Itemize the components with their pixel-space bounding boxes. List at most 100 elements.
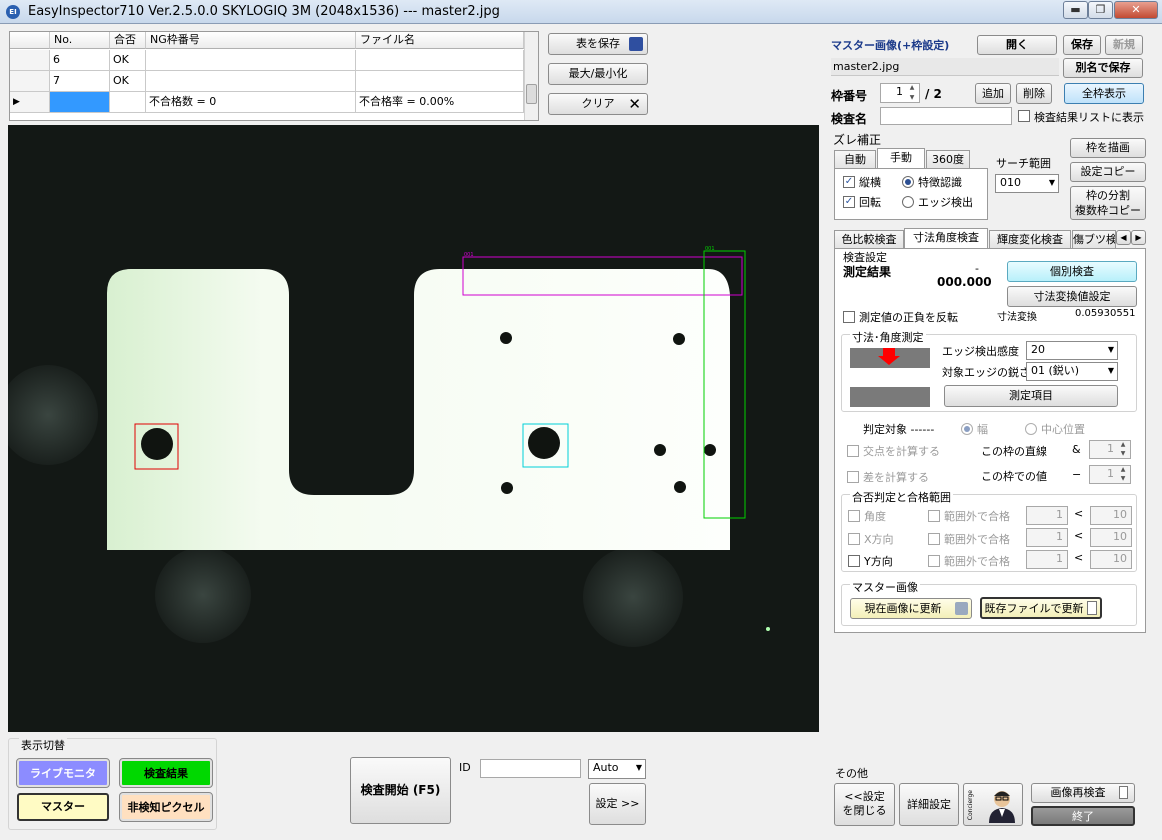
draw-frame-button[interactable]: 枠を描画 bbox=[1070, 138, 1146, 158]
search-range-select[interactable]: 010 bbox=[995, 174, 1059, 193]
concierge-button[interactable]: Concierge bbox=[963, 783, 1023, 826]
individual-inspect-button[interactable]: 個別検査 bbox=[1007, 261, 1137, 282]
copy-settings-button[interactable]: 設定コピー bbox=[1070, 162, 1146, 182]
delete-frame-button[interactable]: 削除 bbox=[1016, 83, 1052, 104]
rotation-checkbox[interactable]: ✓ bbox=[843, 196, 855, 208]
add-frame-button[interactable]: 追加 bbox=[975, 83, 1011, 104]
minimize-button[interactable]: ▬ bbox=[1063, 1, 1088, 19]
update-file-button[interactable]: 既存ファイルで更新 bbox=[980, 597, 1102, 619]
angle-checkbox[interactable] bbox=[848, 510, 860, 522]
save-as-button[interactable]: 別名で保存 bbox=[1063, 58, 1143, 78]
edge-radio[interactable] bbox=[902, 196, 914, 208]
tab-scroll-right-icon[interactable]: ▶ bbox=[1131, 230, 1146, 245]
spin-down-icon[interactable]: ▼ bbox=[1117, 450, 1129, 458]
show-all-frames-button[interactable]: 全枠表示 bbox=[1064, 83, 1144, 104]
edge-direction-preview[interactable] bbox=[850, 348, 930, 368]
y-out-of-range-checkbox[interactable] bbox=[928, 555, 940, 567]
current-row-indicator[interactable]: ▶ bbox=[10, 92, 50, 113]
angle-max-input[interactable]: 10 bbox=[1090, 506, 1132, 525]
auto-select[interactable]: Auto bbox=[588, 759, 646, 779]
save-button[interactable]: 保存 bbox=[1063, 35, 1101, 55]
tab-360[interactable]: 360度 bbox=[926, 150, 970, 169]
y-min-input[interactable]: 1 bbox=[1026, 550, 1068, 569]
feature-radio[interactable] bbox=[902, 176, 914, 188]
results-table[interactable]: No. 合否 NG枠番号 ファイル名 6 OK 7 OK ▶ 不合格数 = 0 … bbox=[9, 31, 539, 121]
spin-up-icon[interactable]: ▲ bbox=[906, 84, 918, 92]
clear-button[interactable]: クリア ✕ bbox=[548, 93, 648, 115]
tab-scroll-left-icon[interactable]: ◀ bbox=[1116, 230, 1131, 245]
calc-diff-checkbox[interactable] bbox=[847, 471, 859, 483]
measure-items-button[interactable]: 測定項目 bbox=[944, 385, 1118, 407]
minmax-button[interactable]: 最大/最小化 bbox=[548, 63, 648, 85]
update-current-button[interactable]: 現在画像に更新 bbox=[850, 598, 972, 619]
table-cell[interactable]: OK bbox=[110, 50, 146, 71]
diff-spinner[interactable]: 1 ▲ ▼ bbox=[1089, 465, 1131, 484]
detail-settings-button[interactable]: 詳細設定 bbox=[899, 783, 959, 826]
reinspect-button[interactable]: 画像再検査 bbox=[1031, 783, 1135, 803]
angle-min-input[interactable]: 1 bbox=[1026, 506, 1068, 525]
maximize-button[interactable]: ❐ bbox=[1088, 1, 1113, 19]
spin-up-icon[interactable]: ▲ bbox=[1117, 441, 1129, 449]
invert-sign-checkbox[interactable] bbox=[843, 311, 855, 323]
image-canvas[interactable]: 001 001 bbox=[8, 125, 819, 732]
table-cell-selected[interactable] bbox=[50, 92, 110, 113]
id-input[interactable] bbox=[480, 759, 581, 778]
split-frame-button[interactable]: 枠の分割 複数枠コピー bbox=[1070, 186, 1146, 220]
scroll-thumb[interactable] bbox=[526, 84, 537, 104]
x-dir-checkbox[interactable] bbox=[848, 533, 860, 545]
start-inspect-button[interactable]: 検査開始 (F5) bbox=[350, 757, 451, 824]
table-cell[interactable] bbox=[146, 50, 356, 71]
close-button[interactable]: ✕ bbox=[1114, 1, 1158, 19]
row-header[interactable] bbox=[10, 50, 50, 71]
exit-button[interactable]: 終了 bbox=[1031, 806, 1135, 826]
center-radio[interactable] bbox=[1025, 423, 1037, 435]
live-monitor-button[interactable]: ライブモニタ bbox=[16, 758, 110, 788]
table-cell[interactable]: 7 bbox=[50, 71, 110, 92]
calc-intersection-checkbox[interactable] bbox=[847, 445, 859, 457]
table-cell[interactable]: 6 bbox=[50, 50, 110, 71]
x-out-of-range-checkbox[interactable] bbox=[928, 533, 940, 545]
x-max-input[interactable]: 10 bbox=[1090, 528, 1132, 547]
inspect-result-button[interactable]: 検査結果 bbox=[119, 758, 213, 788]
save-table-button[interactable]: 表を保存 bbox=[548, 33, 648, 55]
tab-dimension-angle[interactable]: 寸法角度検査 bbox=[904, 228, 988, 249]
table-cell[interactable] bbox=[110, 92, 146, 113]
vh-checkbox[interactable]: ✓ bbox=[843, 176, 855, 188]
dim-convert-setting-button[interactable]: 寸法変換値設定 bbox=[1007, 286, 1137, 307]
col-ng[interactable]: NG枠番号 bbox=[146, 32, 356, 49]
y-dir-checkbox[interactable] bbox=[848, 555, 860, 567]
width-radio[interactable] bbox=[961, 423, 973, 435]
settings-toggle-button[interactable]: 設定 >> bbox=[589, 783, 646, 825]
tab-brightness[interactable]: 輝度変化検査 bbox=[989, 230, 1071, 249]
row-header[interactable] bbox=[10, 71, 50, 92]
close-settings-button[interactable]: <<設定 を閉じる bbox=[834, 783, 895, 826]
frame-no-spinner[interactable]: 1 ▲ ▼ bbox=[880, 83, 920, 103]
open-button[interactable]: 開く bbox=[977, 35, 1057, 55]
edge-sens-select[interactable]: 20 bbox=[1026, 341, 1118, 360]
table-cell[interactable] bbox=[356, 50, 524, 71]
undetected-pixel-button[interactable]: 非検知ピクセル bbox=[119, 792, 213, 822]
table-cell[interactable]: OK bbox=[110, 71, 146, 92]
table-scrollbar[interactable] bbox=[524, 32, 538, 120]
spin-up-icon[interactable]: ▲ bbox=[1117, 466, 1129, 474]
x-min-input[interactable]: 1 bbox=[1026, 528, 1068, 547]
col-no[interactable]: No. bbox=[50, 32, 110, 49]
tab-auto[interactable]: 自動 bbox=[834, 150, 876, 169]
table-cell[interactable] bbox=[146, 71, 356, 92]
inspect-name-input[interactable] bbox=[880, 107, 1012, 125]
spin-down-icon[interactable]: ▼ bbox=[906, 94, 918, 102]
edge-sharp-select[interactable]: 01 (鋭い) bbox=[1026, 362, 1118, 381]
y-max-input[interactable]: 10 bbox=[1090, 550, 1132, 569]
table-cell[interactable] bbox=[356, 71, 524, 92]
inspection-image[interactable]: 001 001 bbox=[8, 125, 819, 732]
tab-color-compare[interactable]: 色比較検査 bbox=[834, 230, 904, 249]
spin-down-icon[interactable]: ▼ bbox=[1117, 475, 1129, 483]
new-button[interactable]: 新規 bbox=[1105, 35, 1143, 55]
show-in-results-checkbox[interactable] bbox=[1018, 110, 1030, 122]
col-result[interactable]: 合否 bbox=[110, 32, 146, 49]
tab-manual[interactable]: 手動 bbox=[877, 148, 925, 169]
col-file[interactable]: ファイル名 bbox=[356, 32, 524, 49]
intersection-spinner[interactable]: 1 ▲ ▼ bbox=[1089, 440, 1131, 459]
master-display-button[interactable]: マスター bbox=[17, 793, 109, 821]
angle-out-of-range-checkbox[interactable] bbox=[928, 510, 940, 522]
